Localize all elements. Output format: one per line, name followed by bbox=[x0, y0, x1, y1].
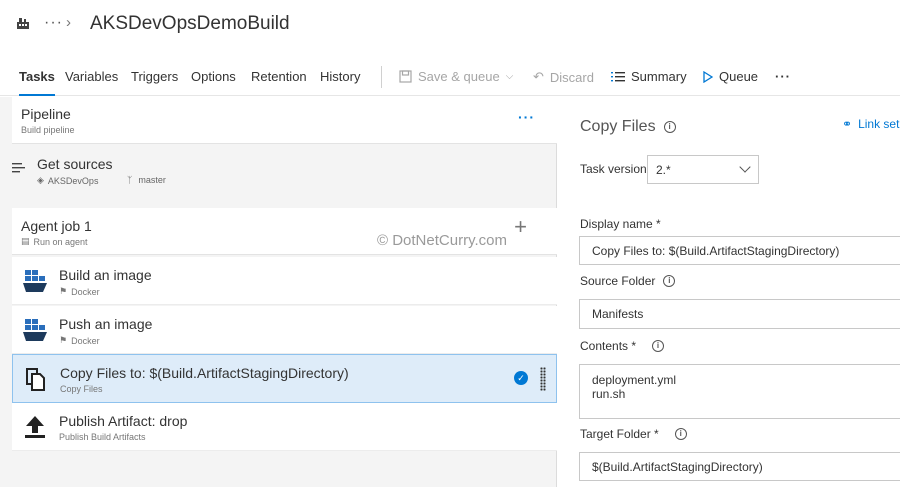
pipeline-subtitle: Build pipeline bbox=[21, 125, 75, 135]
top-header: ··· › AKSDevOpsDemoBuild bbox=[0, 0, 900, 52]
target-folder-field[interactable]: $(Build.ArtifactStagingDirectory) bbox=[579, 452, 900, 481]
task-subtitle-row: ⚑ Docker bbox=[59, 335, 100, 346]
task-push-image[interactable]: Push an image ⚑ Docker bbox=[12, 306, 557, 354]
agent-job-subtitle: Run on agent bbox=[33, 236, 88, 247]
play-icon bbox=[703, 70, 713, 83]
info-icon[interactable]: i bbox=[674, 428, 687, 440]
docker-icon bbox=[23, 319, 47, 341]
flag-icon: ⚑ bbox=[59, 286, 68, 296]
publish-artifact-icon bbox=[25, 416, 45, 438]
task-title: Push an image bbox=[59, 316, 153, 332]
tab-tasks[interactable]: Tasks bbox=[19, 69, 55, 96]
info-icon[interactable]: i bbox=[663, 121, 676, 133]
queue-label: Queue bbox=[719, 69, 759, 84]
contents-textarea[interactable]: deployment.yml run.sh bbox=[579, 364, 900, 419]
pipeline-title: Pipeline bbox=[21, 106, 71, 122]
source-folder-label: Source Folder bbox=[580, 274, 656, 288]
task-details-panel: Copy Files i ⚭ Link set Task version 2.*… bbox=[558, 97, 900, 487]
task-title: Copy Files to: $(Build.ArtifactStagingDi… bbox=[60, 365, 349, 381]
tab-toolbar-row: Tasks Variables Triggers Options Retenti… bbox=[0, 56, 900, 96]
chevron-down-icon bbox=[739, 161, 751, 173]
pipeline-task-list: Pipeline Build pipeline ··· Get sources … bbox=[0, 97, 557, 487]
task-subtitle: Copy Files bbox=[60, 384, 103, 394]
save-queue-label: Save & queue bbox=[418, 69, 500, 84]
task-subtitle: Docker bbox=[71, 286, 100, 297]
branch-name: master bbox=[138, 175, 166, 185]
copy-files-icon bbox=[26, 368, 45, 391]
queue-button[interactable]: Queue bbox=[703, 69, 758, 84]
flag-icon: ⚑ bbox=[59, 335, 68, 345]
contents-label-row: Contents * i bbox=[580, 339, 665, 353]
target-folder-label: Target Folder * bbox=[580, 427, 659, 441]
task-version-select[interactable]: 2.* bbox=[647, 155, 759, 184]
source-folder-field[interactable]: Manifests bbox=[579, 299, 900, 329]
branch-info: ᛉ master bbox=[127, 175, 166, 185]
task-publish-artifact[interactable]: Publish Artifact: drop Publish Build Art… bbox=[12, 403, 557, 451]
branch-icon: ᛉ bbox=[127, 175, 133, 185]
add-task-button[interactable]: + bbox=[514, 216, 527, 238]
target-folder-label-row: Target Folder * i bbox=[580, 427, 687, 441]
sources-filter-icon bbox=[12, 163, 25, 173]
task-version-value: 2.* bbox=[656, 162, 671, 177]
toolbar-divider bbox=[381, 66, 382, 88]
breadcrumb-more-button[interactable]: ··· bbox=[44, 14, 63, 32]
drag-handle-icon[interactable] bbox=[540, 367, 546, 391]
contents-line: run.sh bbox=[592, 387, 626, 401]
agent-job-title: Agent job 1 bbox=[21, 218, 92, 234]
discard-label: Discard bbox=[549, 69, 594, 85]
display-name-label: Display name * bbox=[580, 217, 661, 231]
task-copy-files[interactable]: Copy Files to: $(Build.ArtifactStagingDi… bbox=[12, 354, 557, 403]
page-title: AKSDevOpsDemoBuild bbox=[90, 13, 290, 34]
repo-info: ◈ AKSDevOps bbox=[37, 175, 98, 186]
source-folder-label-row: Source Folder i bbox=[580, 274, 676, 288]
link-settings-button[interactable]: ⚭ Link set bbox=[842, 117, 899, 131]
toolbar-more-button[interactable]: ··· bbox=[775, 69, 791, 84]
panel-title: Copy Files bbox=[580, 118, 656, 135]
repo-name: AKSDevOps bbox=[47, 175, 99, 186]
get-sources-item[interactable]: Get sources ◈ AKSDevOps ᛉ master bbox=[0, 147, 557, 197]
get-sources-title: Get sources bbox=[37, 156, 113, 172]
agent-job-subtitle-row: ▤ Run on agent bbox=[21, 236, 88, 247]
pipeline-more-button[interactable]: ··· bbox=[518, 109, 535, 125]
task-subtitle: Publish Build Artifacts bbox=[59, 432, 146, 442]
source-folder-value: Manifests bbox=[592, 307, 644, 321]
task-version-label: Task version bbox=[580, 162, 647, 176]
task-subtitle-row: ⚑ Docker bbox=[59, 286, 100, 297]
contents-label: Contents * bbox=[580, 339, 637, 353]
chevron-down-icon: ⌵ bbox=[505, 71, 514, 82]
info-icon[interactable]: i bbox=[663, 275, 676, 287]
undo-icon: ↶ bbox=[533, 69, 544, 84]
save-queue-button[interactable]: Save & queue ⌵ bbox=[399, 69, 513, 84]
task-title: Publish Artifact: drop bbox=[59, 413, 188, 429]
task-build-image[interactable]: Build an image ⚑ Docker bbox=[12, 257, 557, 305]
tab-history[interactable]: History bbox=[320, 69, 360, 84]
server-icon: ▤ bbox=[21, 236, 30, 246]
link-settings-label: Link set bbox=[858, 117, 900, 131]
panel-title-row: Copy Files i bbox=[580, 118, 676, 136]
docker-icon bbox=[23, 270, 47, 292]
info-icon[interactable]: i bbox=[652, 340, 665, 352]
task-title: Build an image bbox=[59, 267, 152, 283]
discard-button[interactable]: ↶ Discard bbox=[533, 69, 594, 85]
summary-label: Summary bbox=[631, 69, 687, 84]
repo-icon: ◈ bbox=[37, 175, 44, 185]
link-icon: ⚭ bbox=[842, 117, 853, 131]
breadcrumb-chevron-icon: › bbox=[66, 14, 71, 31]
display-name-field[interactable]: Copy Files to: $(Build.ArtifactStagingDi… bbox=[579, 236, 900, 265]
save-icon bbox=[399, 70, 412, 83]
contents-line: deployment.yml bbox=[592, 373, 677, 387]
display-name-value: Copy Files to: $(Build.ArtifactStagingDi… bbox=[592, 243, 840, 258]
tab-options[interactable]: Options bbox=[191, 69, 236, 84]
task-subtitle: Docker bbox=[71, 335, 100, 346]
tab-variables[interactable]: Variables bbox=[65, 69, 118, 84]
check-circle-icon: ✓ bbox=[514, 371, 528, 385]
summary-button[interactable]: Summary bbox=[611, 69, 687, 84]
tab-triggers[interactable]: Triggers bbox=[131, 69, 178, 84]
pipeline-header[interactable]: Pipeline Build pipeline ··· bbox=[12, 97, 557, 144]
build-org-icon[interactable] bbox=[16, 16, 30, 30]
target-folder-value: $(Build.ArtifactStagingDirectory) bbox=[592, 459, 763, 474]
tab-retention[interactable]: Retention bbox=[251, 69, 307, 84]
watermark-text: © DotNetCurry.com bbox=[377, 232, 507, 249]
list-icon bbox=[611, 72, 625, 82]
